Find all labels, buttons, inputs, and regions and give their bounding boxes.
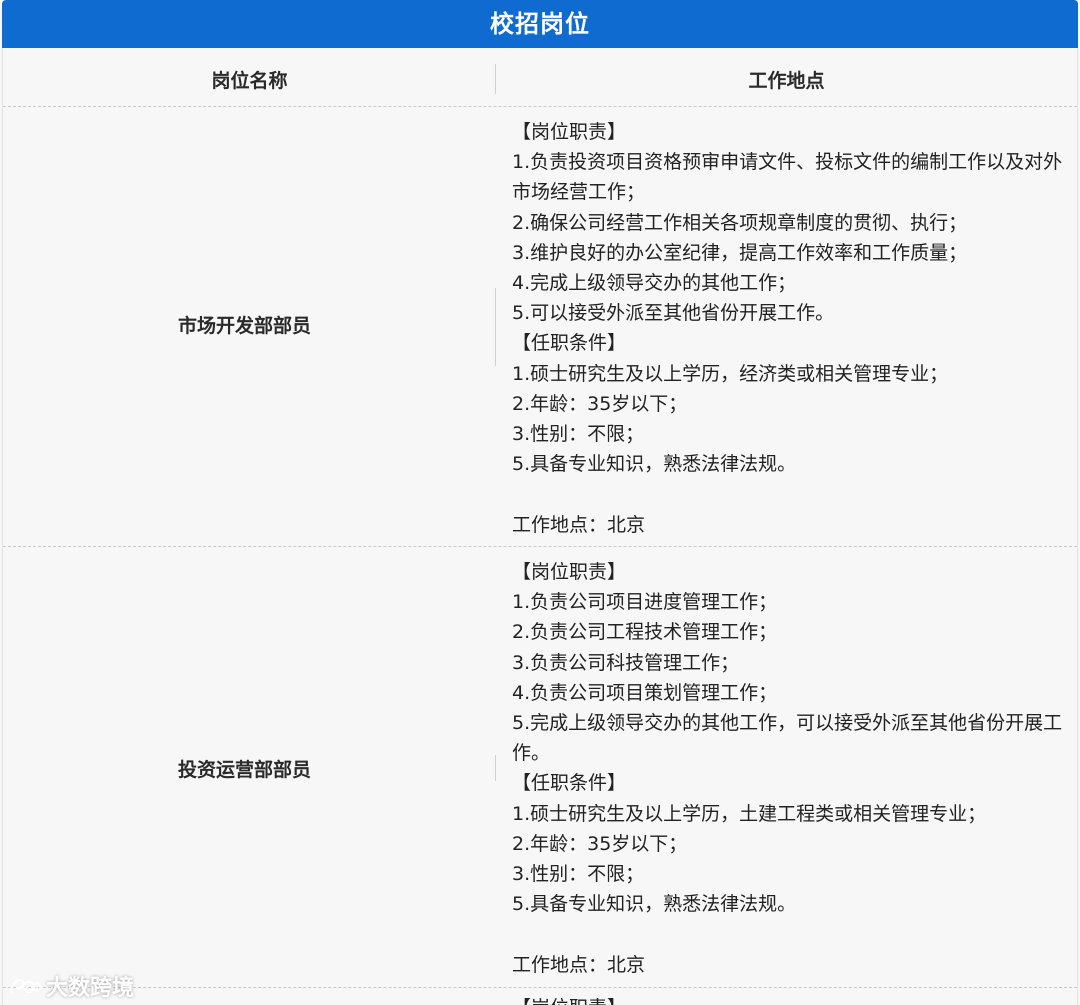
detail-line: 【任职条件】 — [512, 772, 627, 795]
detail-line: 2.年龄：35岁以下； — [512, 832, 688, 855]
watermark-text: 大数跨境 — [46, 976, 135, 1001]
detail-line: 1.负责投资项目资格预审申请文件、投标文件的编制工作以及对外市场经营工作； — [512, 151, 1063, 204]
detail-line: 5.完成上级领导交办的其他工作，可以接受外派至其他省份开展工作。 — [512, 712, 1063, 765]
position-name: 投资运营部部员 — [177, 759, 311, 781]
table-row: 投资运营部部员 【岗位职责】 1.负责公司项目进度管理工作； 2.负责公司工程技… — [3, 547, 1077, 988]
watermark-logo-icon — [8, 975, 42, 997]
detail-line: 1.硕士研究生及以上学历，土建工程类或相关管理专业； — [512, 802, 987, 825]
detail-line: 3.性别：不限； — [512, 863, 645, 886]
position-detail: 【岗位职责】 1.负责投资项目资格预审申请文件、投标文件的编制工作以及对外市场经… — [512, 117, 1074, 540]
work-location-line: 工作地点：北京 — [512, 513, 646, 536]
work-location-line: 工作地点：北京 — [512, 953, 646, 976]
detail-line: 5.可以接受外派至其他省份开展工作。 — [512, 302, 835, 325]
detail-line: 4.完成上级领导交办的其他工作； — [512, 272, 797, 295]
detail-line: 【任职条件】 — [512, 332, 627, 355]
next-row-partial-text: 【岗位职责】 — [512, 993, 626, 1005]
watermark: 大数跨境 — [8, 970, 134, 1002]
positions-table: 岗位名称 工作地点 市场开发部部员 【岗位职责】 1.负责投资项目资格预审申请文… — [2, 48, 1078, 1005]
detail-line: 【岗位职责】 — [512, 121, 627, 143]
column-divider — [495, 288, 496, 366]
detail-line: 5.具备专业知识，熟悉法律法规。 — [512, 893, 797, 916]
column-divider — [495, 755, 496, 781]
position-name: 市场开发部部员 — [177, 315, 311, 337]
detail-line: 3.维护良好的办公室纪律，提高工作效率和工作质量； — [512, 241, 968, 264]
table-header: 岗位名称 工作地点 — [3, 48, 1077, 107]
column-header-position-name: 岗位名称 — [211, 70, 288, 92]
detail-line: 2.确保公司经营工作相关各项规章制度的贯彻、执行； — [512, 211, 968, 234]
position-detail: 【岗位职责】 1.负责公司项目进度管理工作； 2.负责公司工程技术管理工作； 3… — [512, 557, 1074, 980]
detail-line: 2.年龄：35岁以下； — [512, 392, 688, 415]
detail-line: 1.硕士研究生及以上学历，经济类或相关管理专业； — [512, 362, 949, 385]
detail-line: 3.性别：不限； — [512, 423, 645, 446]
detail-line: 4.负责公司项目策划管理工作； — [512, 681, 778, 704]
detail-line: 【岗位职责】 — [512, 561, 627, 583]
detail-line: 3.负责公司科技管理工作； — [512, 651, 740, 674]
detail-line: 5.具备专业知识，熟悉法律法规。 — [512, 453, 797, 476]
detail-line: 2.负责公司工程技术管理工作； — [512, 621, 778, 644]
page-title: 校招岗位 — [2, 0, 1078, 48]
column-header-work-location: 工作地点 — [748, 70, 825, 92]
detail-line: 1.负责公司项目进度管理工作； — [512, 591, 778, 614]
table-row: 市场开发部部员 【岗位职责】 1.负责投资项目资格预审申请文件、投标文件的编制工… — [3, 106, 1077, 547]
